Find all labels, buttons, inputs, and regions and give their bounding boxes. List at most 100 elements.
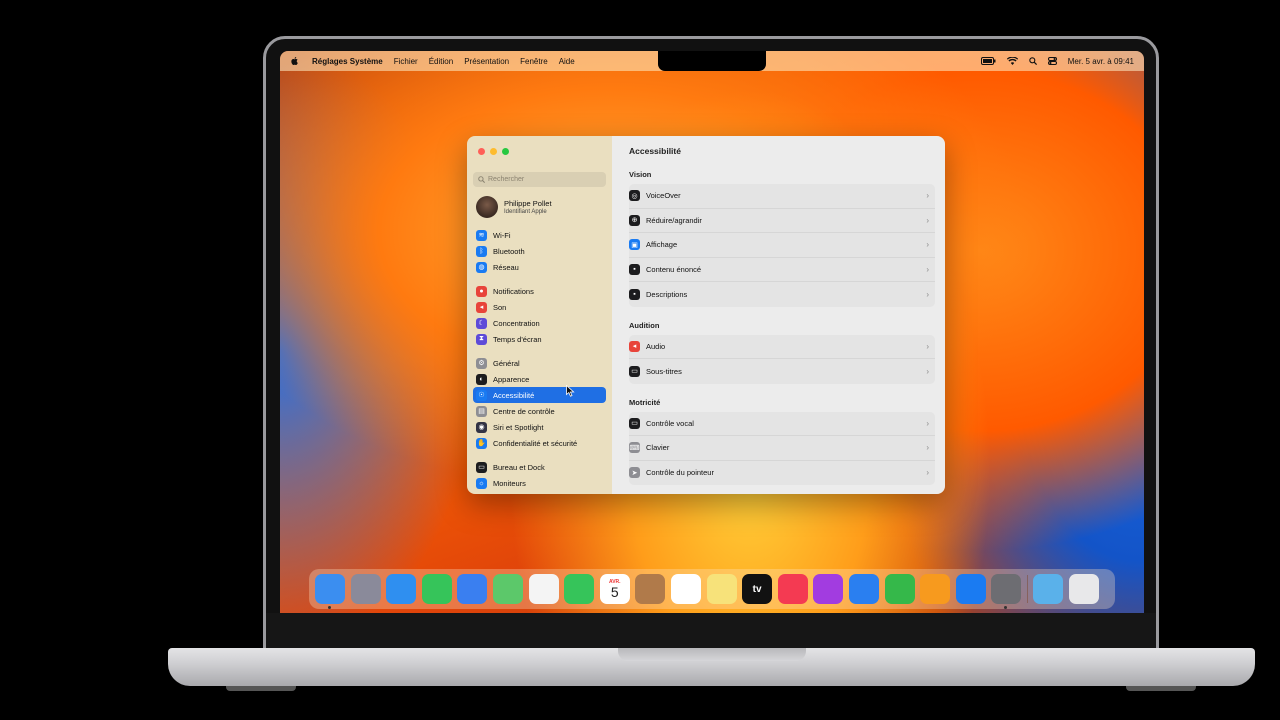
menu-aide[interactable]: Aide: [559, 57, 575, 66]
podcasts-icon[interactable]: [813, 574, 844, 604]
running-indicator: [1004, 606, 1008, 609]
launchpad-icon[interactable]: [350, 574, 381, 604]
menu-fichier[interactable]: Fichier: [394, 57, 418, 66]
calendar-day: 5: [610, 583, 619, 600]
sidebar-groups: ≋ Wi-Fi ᛒ Bluetooth ◍ Réseau ● Notifications ◂ So…: [467, 227, 612, 494]
notes-icon[interactable]: [706, 574, 737, 604]
trash-icon[interactable]: [1069, 574, 1100, 604]
subtitles-icon: ▭: [629, 365, 640, 377]
settings-row[interactable]: ◎ VoiceOver ›: [629, 184, 935, 209]
desktop-screen: Réglages Système Fichier Édition Présent…: [280, 51, 1144, 613]
wifi-icon[interactable]: [1006, 57, 1018, 65]
pages-icon[interactable]: [920, 574, 951, 604]
settings-row[interactable]: ▭ Contrôle vocal ›: [629, 412, 935, 436]
settings-row[interactable]: ⌨ Clavier ›: [629, 436, 935, 461]
dock: AVR. 5 tv: [309, 569, 1115, 609]
apple-id-profile[interactable]: Philippe Pollet Identifiant Apple: [476, 195, 612, 219]
chevron-right-icon: ›: [926, 366, 929, 376]
menu-bar: Réglages Système Fichier Édition Présent…: [280, 51, 1144, 71]
voiceover-icon: ◎: [629, 190, 640, 202]
settings-group: ▭ Contrôle vocal › ⌨ Clavier › ➤ Contrôle du po…: [629, 411, 935, 486]
sidebar-item[interactable]: ⚙ Général: [473, 355, 606, 371]
app-store-icon[interactable]: [955, 574, 986, 604]
settings-row[interactable]: ▭ Sous-titres ›: [629, 359, 935, 384]
settings-row[interactable]: ▪ Contenu énoncé ›: [629, 258, 935, 282]
sidebar-item[interactable]: ❀Fond d'écran: [473, 491, 606, 494]
settings-sidebar: Rechercher Philippe Pollet Identifiant A…: [467, 136, 612, 494]
settings-row[interactable]: ◂ Audio ›: [629, 335, 935, 359]
zoom-button[interactable]: [502, 147, 509, 155]
music-icon[interactable]: [777, 574, 808, 604]
avatar: [476, 196, 498, 218]
sidebar-item[interactable]: ⧗ Temps d'écran: [473, 331, 606, 347]
sidebar-item[interactable]: ▤ Centre de contrôle: [473, 403, 606, 419]
safari-icon[interactable]: [386, 574, 417, 604]
mail-icon[interactable]: [457, 574, 488, 604]
numbers-icon[interactable]: [884, 574, 915, 604]
system-settings-icon[interactable]: [991, 574, 1022, 609]
chevron-right-icon: ›: [926, 418, 929, 428]
gear-icon: ⚙: [476, 357, 487, 369]
menu-edition[interactable]: Édition: [429, 57, 453, 66]
sidebar-item[interactable]: ◉ Siri et Spotlight: [473, 419, 606, 435]
facetime-icon[interactable]: [564, 574, 595, 604]
downloads-folder-icon[interactable]: [1033, 574, 1064, 604]
menu-presentation[interactable]: Présentation: [464, 57, 509, 66]
battery-icon[interactable]: [980, 57, 996, 65]
voice-control-icon: ▭: [629, 417, 640, 429]
appearance-icon: ◐: [476, 373, 487, 385]
search-icon[interactable]: [1028, 57, 1037, 65]
settings-row[interactable]: ▪ Descriptions ›: [629, 282, 935, 307]
sidebar-item[interactable]: ☉ Accessibilité: [473, 387, 606, 403]
camera-notch: [658, 51, 766, 71]
sidebar-item-label: Apparence: [493, 374, 530, 384]
control-center-icon[interactable]: [1047, 57, 1057, 65]
finder-icon[interactable]: [315, 574, 345, 609]
search-input[interactable]: Rechercher: [473, 172, 606, 187]
apple-menu-icon[interactable]: [290, 56, 300, 66]
apple-tv-icon[interactable]: tv: [742, 574, 773, 604]
sidebar-item-label: Réseau: [493, 262, 519, 272]
sidebar-item-label: Moniteurs: [493, 478, 526, 488]
sidebar-item[interactable]: ◐ Apparence: [473, 371, 606, 387]
sidebar-item[interactable]: ≋ Wi-Fi: [473, 227, 606, 243]
contacts-icon[interactable]: [635, 574, 666, 604]
moon-icon: ☾: [476, 317, 487, 329]
dock-separator: [1026, 575, 1028, 603]
photos-icon[interactable]: [528, 574, 559, 604]
sidebar-item[interactable]: ᛒ Bluetooth: [473, 243, 606, 259]
sidebar-item[interactable]: ▭ Bureau et Dock: [473, 459, 606, 475]
sidebar-item[interactable]: ● Notifications: [473, 283, 606, 299]
messages-icon[interactable]: [421, 574, 452, 604]
menu-app-name[interactable]: Réglages Système: [312, 57, 383, 66]
page-title: Accessibilité: [629, 146, 681, 156]
settings-row[interactable]: ⊕ Réduire/agrandir ›: [629, 209, 935, 233]
hourglass-icon: ⧗: [476, 333, 487, 345]
reminders-icon[interactable]: [670, 574, 701, 604]
sidebar-item[interactable]: ◂ Son: [473, 299, 606, 315]
settings-row-label: Clavier: [646, 443, 670, 453]
search-placeholder: Rechercher: [488, 176, 525, 183]
pointer-icon: ➤: [629, 467, 640, 479]
sidebar-item-label: Notifications: [493, 286, 534, 296]
minimize-button[interactable]: [490, 147, 497, 155]
sidebar-item-label: Son: [493, 302, 507, 312]
sidebar-item[interactable]: ✋ Confidentialité et sécurité: [473, 435, 606, 451]
settings-row[interactable]: ➤ Contrôle du pointeur ›: [629, 461, 935, 486]
sidebar-item-label: Bluetooth: [493, 246, 525, 256]
sidebar-item-label: Accessibilité: [493, 390, 535, 400]
section-title: Motricité: [629, 397, 661, 407]
keynote-icon[interactable]: [848, 574, 879, 604]
sidebar-item[interactable]: ◍ Réseau: [473, 259, 606, 275]
apple-tv-label: tv: [752, 583, 762, 595]
settings-row[interactable]: ▣ Affichage ›: [629, 233, 935, 258]
sidebar-item[interactable]: ☼ Moniteurs: [473, 475, 606, 491]
menu-clock[interactable]: Mer. 5 avr. à 09:41: [1068, 57, 1134, 66]
sidebar-item[interactable]: ☾ Concentration: [473, 315, 606, 331]
menu-fenetre[interactable]: Fenêtre: [520, 57, 548, 66]
sun-icon: ☼: [476, 477, 487, 489]
close-button[interactable]: [478, 147, 485, 155]
calendar-icon[interactable]: AVR. 5: [599, 574, 630, 604]
macbook-foot-right: [1126, 686, 1196, 691]
maps-icon[interactable]: [492, 574, 523, 604]
